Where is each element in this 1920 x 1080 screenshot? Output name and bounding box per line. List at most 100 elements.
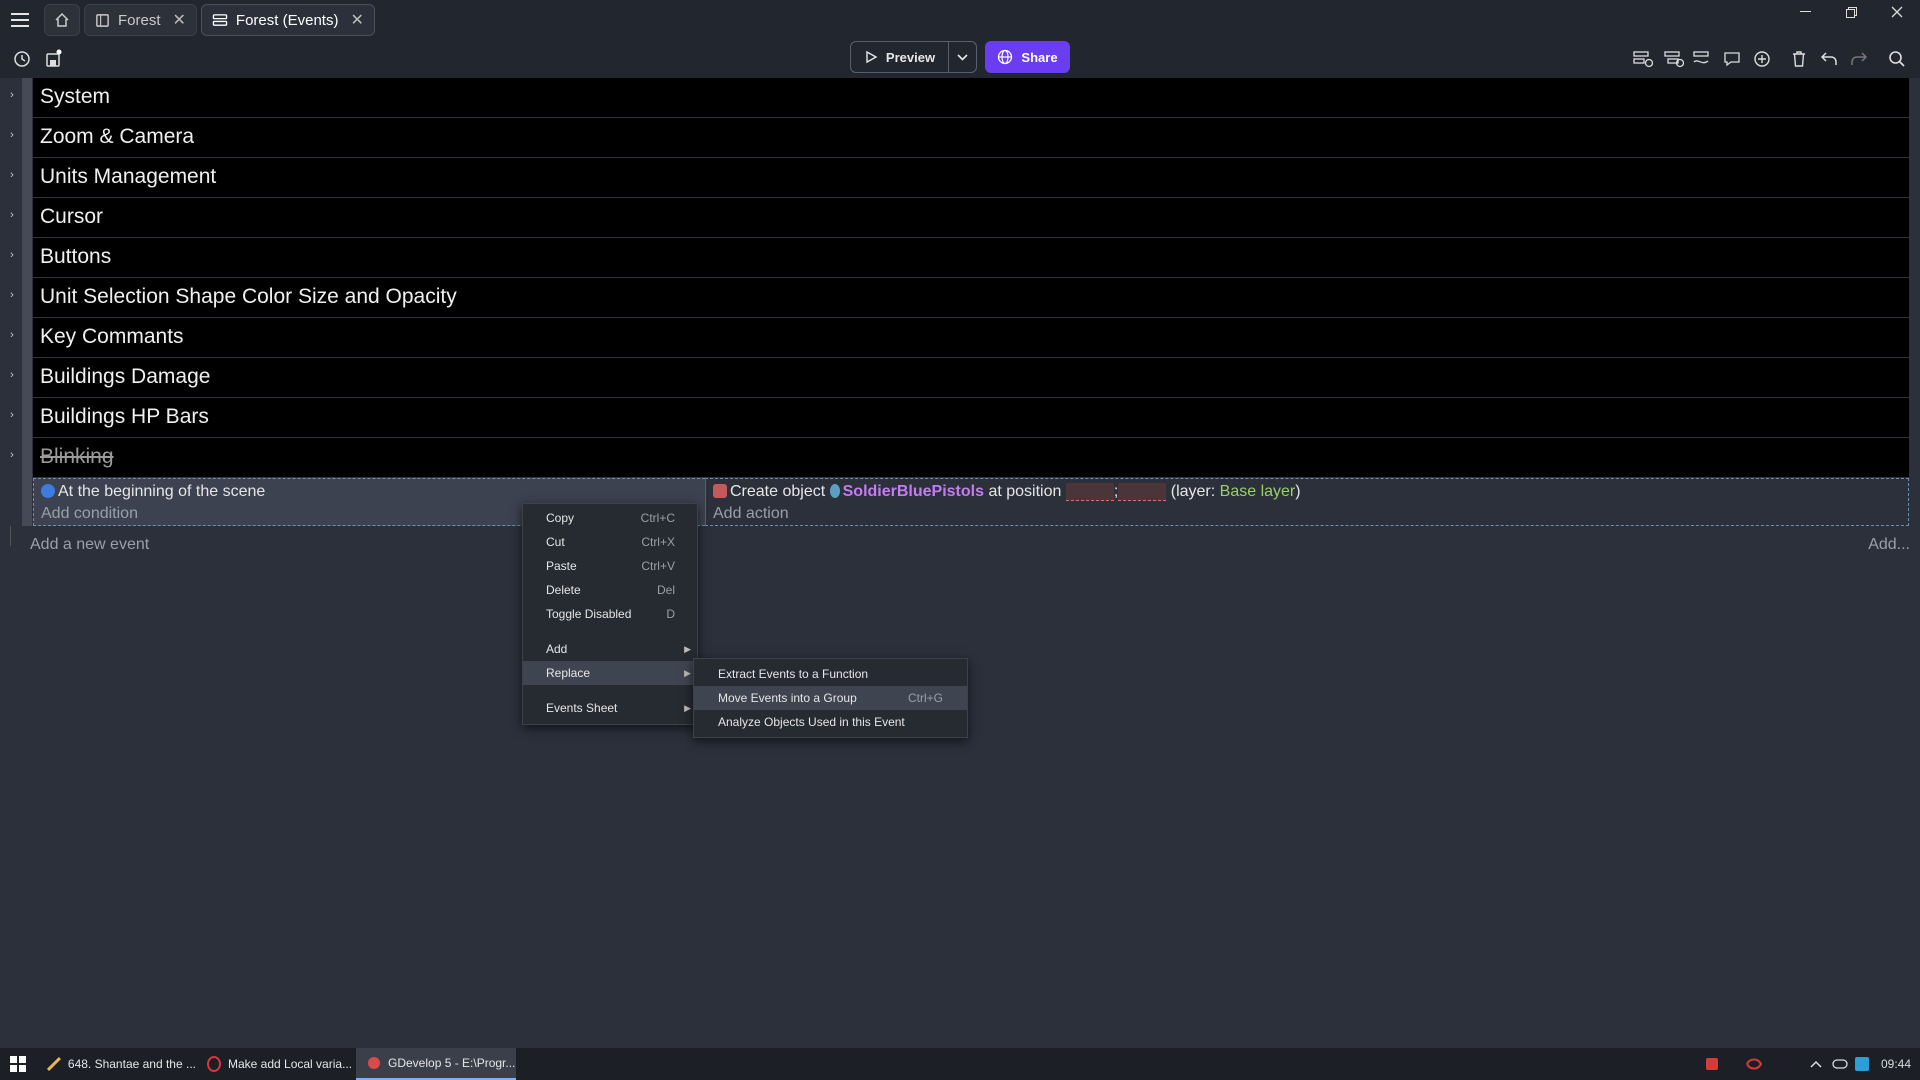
menu-item-add[interactable]: Add ▶ bbox=[523, 637, 697, 661]
menu-item-analyze-objects[interactable]: Analyze Objects Used in this Event bbox=[694, 710, 967, 734]
chevron-right-icon[interactable]: › bbox=[5, 368, 19, 382]
hamburger-menu-icon[interactable] bbox=[0, 0, 40, 40]
chevron-right-icon[interactable]: › bbox=[5, 248, 19, 262]
event-drag-handle[interactable] bbox=[22, 438, 32, 478]
chevron-right-icon[interactable]: › bbox=[5, 208, 19, 222]
preview-button[interactable]: Preview bbox=[851, 42, 948, 72]
search-icon[interactable] bbox=[1884, 46, 1910, 72]
chevron-right-icon[interactable]: › bbox=[5, 448, 19, 462]
menu-item-move-into-group[interactable]: Move Events into a Group Ctrl+G bbox=[694, 686, 967, 710]
taskbar-app-game[interactable]: 648. Shantae and the ... bbox=[36, 1048, 196, 1080]
event-group-title[interactable]: Unit Selection Shape Color Size and Opac… bbox=[33, 278, 1909, 318]
chevron-right-icon[interactable]: › bbox=[5, 128, 19, 142]
event-group[interactable]: › Zoom & Camera bbox=[0, 118, 1920, 158]
event-group-title[interactable]: Units Management bbox=[33, 158, 1909, 198]
share-button[interactable]: Share bbox=[985, 41, 1070, 73]
trash-icon[interactable] bbox=[1786, 46, 1812, 72]
minimize-icon[interactable] bbox=[1782, 0, 1828, 24]
gamepad-tray-icon[interactable] bbox=[1828, 1048, 1852, 1080]
event-group-title[interactable]: Zoom & Camera bbox=[33, 118, 1909, 158]
steam-tray-icon[interactable] bbox=[1852, 1048, 1872, 1080]
event-group[interactable]: › Buildings HP Bars bbox=[0, 398, 1920, 438]
redo-icon[interactable] bbox=[1846, 46, 1872, 72]
opera-tray-icon[interactable] bbox=[1742, 1048, 1766, 1080]
menu-item-copy[interactable]: Copy Ctrl+C bbox=[523, 506, 697, 530]
share-label: Share bbox=[1021, 49, 1058, 65]
menu-item-events-sheet[interactable]: Events Sheet ▶ bbox=[523, 696, 697, 720]
add-action-link[interactable]: Add action bbox=[713, 505, 789, 523]
event-drag-handle[interactable] bbox=[22, 478, 32, 526]
chevron-right-icon[interactable]: › bbox=[5, 408, 19, 422]
event-drag-handle[interactable] bbox=[22, 358, 32, 398]
chevron-right-icon[interactable]: › bbox=[5, 288, 19, 302]
history-icon[interactable] bbox=[9, 46, 35, 72]
event-group-title[interactable]: System bbox=[33, 78, 1909, 118]
event-drag-handle[interactable] bbox=[22, 118, 32, 158]
menu-item-label: Replace bbox=[546, 666, 591, 680]
action-row[interactable]: Create object SoldierBluePistols at posi… bbox=[713, 483, 1301, 501]
replace-submenu: Extract Events to a Function Move Events… bbox=[693, 658, 968, 738]
close-window-icon[interactable] bbox=[1874, 0, 1920, 24]
event-drag-handle[interactable] bbox=[22, 78, 32, 118]
add-standard-event-icon[interactable] bbox=[1630, 46, 1656, 72]
event-drag-handle[interactable] bbox=[22, 398, 32, 438]
preview-button-group: Preview bbox=[850, 41, 977, 73]
menu-item-cut[interactable]: Cut Ctrl+X bbox=[523, 530, 697, 554]
event-group-disabled[interactable]: › Blinking bbox=[0, 438, 1920, 478]
menu-item-toggle-disabled[interactable]: Toggle Disabled D bbox=[523, 602, 697, 626]
event-group-title[interactable]: Blinking bbox=[33, 438, 1909, 478]
y-param-empty[interactable] bbox=[1118, 483, 1167, 501]
taskbar-app-browser[interactable]: Make add Local varia... bbox=[196, 1048, 356, 1080]
event-drag-handle[interactable] bbox=[22, 238, 32, 278]
event-group[interactable]: › Buildings Damage bbox=[0, 358, 1920, 398]
event-group[interactable]: › Unit Selection Shape Color Size and Op… bbox=[0, 278, 1920, 318]
event-group[interactable]: › Key Commants bbox=[0, 318, 1920, 358]
chevron-right-icon[interactable]: › bbox=[5, 88, 19, 102]
undo-icon[interactable] bbox=[1816, 46, 1842, 72]
event-group-title[interactable]: Buildings HP Bars bbox=[33, 398, 1909, 438]
chevron-right-icon[interactable]: › bbox=[5, 328, 19, 342]
action-layer: Base layer bbox=[1219, 483, 1296, 501]
add-new-event-link[interactable]: Add a new event bbox=[30, 536, 149, 554]
windows-start-icon[interactable] bbox=[0, 1048, 36, 1080]
add-comment-icon[interactable] bbox=[1719, 46, 1745, 72]
add-other-event-icon[interactable] bbox=[1690, 46, 1716, 72]
antivirus-tray-icon[interactable] bbox=[1700, 1048, 1724, 1080]
event-group-title[interactable]: Cursor bbox=[33, 198, 1909, 238]
tab-forest[interactable]: Forest ✕ bbox=[84, 4, 197, 36]
event-drag-handle[interactable] bbox=[22, 158, 32, 198]
chevron-up-icon[interactable] bbox=[1804, 1048, 1828, 1080]
menu-item-delete[interactable]: Delete Del bbox=[523, 578, 697, 602]
tab-forest-events[interactable]: Forest (Events) ✕ bbox=[200, 4, 375, 36]
event-group[interactable]: › Buttons bbox=[0, 238, 1920, 278]
add-sub-event-icon[interactable] bbox=[1661, 46, 1687, 72]
restore-icon[interactable] bbox=[1828, 0, 1874, 24]
menu-item-paste[interactable]: Paste Ctrl+V bbox=[523, 554, 697, 578]
add-more-button[interactable]: Add... bbox=[1868, 536, 1910, 554]
event-group-title[interactable]: Key Commants bbox=[33, 318, 1909, 358]
event-group-title[interactable]: Buttons bbox=[33, 238, 1909, 278]
standard-event[interactable]: At the beginning of the scene Add condit… bbox=[0, 478, 1920, 526]
event-drag-handle[interactable] bbox=[22, 278, 32, 318]
add-condition-link[interactable]: Add condition bbox=[41, 505, 138, 523]
event-group[interactable]: › System bbox=[0, 78, 1920, 118]
add-circle-icon[interactable] bbox=[1749, 46, 1775, 72]
event-group[interactable]: › Cursor bbox=[0, 198, 1920, 238]
preview-options-button[interactable] bbox=[948, 42, 976, 72]
chevron-right-icon[interactable]: › bbox=[5, 168, 19, 182]
taskbar-app-gdevelop[interactable]: GDevelop 5 - E:\Progr... bbox=[356, 1048, 516, 1080]
event-drag-handle[interactable] bbox=[22, 198, 32, 238]
condition-row[interactable]: At the beginning of the scene bbox=[41, 483, 265, 501]
close-tab-icon[interactable]: ✕ bbox=[173, 10, 186, 30]
close-tab-icon[interactable]: ✕ bbox=[350, 10, 363, 30]
home-tab[interactable] bbox=[44, 4, 80, 36]
event-drag-handle[interactable] bbox=[22, 318, 32, 358]
x-param-empty[interactable] bbox=[1065, 483, 1114, 501]
menu-item-replace[interactable]: Replace ▶ bbox=[523, 661, 697, 685]
menu-item-extract-function[interactable]: Extract Events to a Function bbox=[694, 662, 967, 686]
clock[interactable]: 09:44 bbox=[1876, 1048, 1916, 1080]
event-group-title[interactable]: Buildings Damage bbox=[33, 358, 1909, 398]
event-group[interactable]: › Units Management bbox=[0, 158, 1920, 198]
event-actions[interactable]: Create object SoldierBluePistols at posi… bbox=[705, 478, 1909, 526]
save-icon[interactable] bbox=[40, 46, 66, 72]
